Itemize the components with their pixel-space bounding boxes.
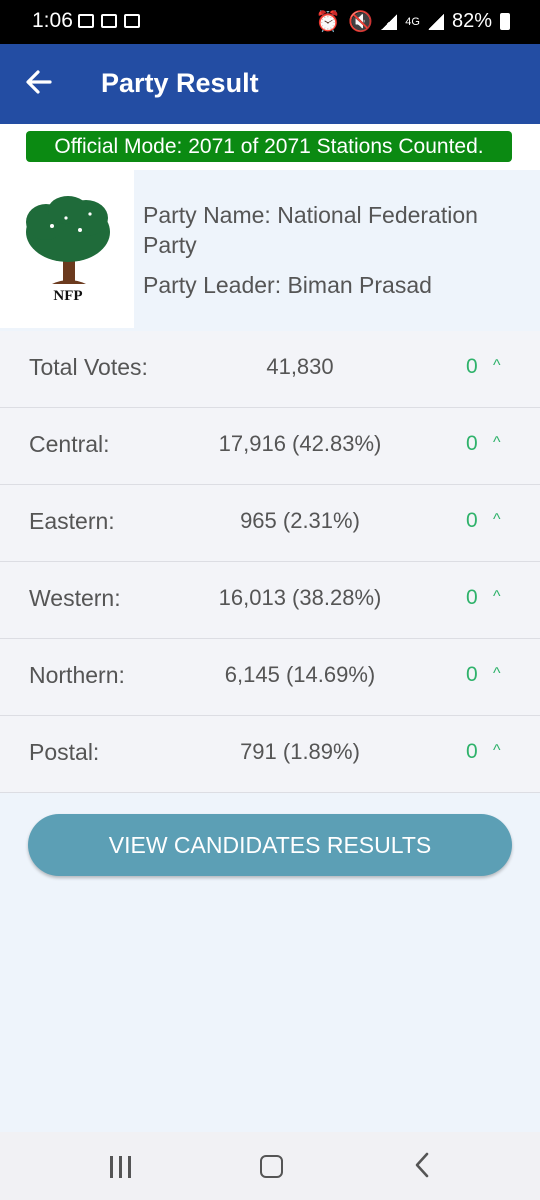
row-value: 791 (1.89%)	[240, 739, 360, 764]
row-value: 17,916 (42.83%)	[218, 431, 382, 456]
status-bar: 1:06 ⏰ 🔇 4G 82%	[0, 0, 540, 44]
party-leader: Party Leader: Biman Prasad	[143, 272, 432, 298]
row-label: Western:	[29, 585, 121, 611]
back-button[interactable]	[24, 62, 54, 102]
battery-icon	[500, 13, 510, 30]
row-value: 965 (2.31%)	[240, 508, 360, 533]
caret-up-icon: ^	[493, 434, 501, 451]
caret-up-icon: ^	[493, 588, 501, 605]
notification-icons	[78, 14, 140, 28]
banner-container: Official Mode: 2071 of 2071 Stations Cou…	[0, 124, 540, 170]
app-bar: Party Result	[0, 44, 540, 124]
view-candidates-results-button[interactable]: VIEW CANDIDATES RESULTS	[28, 814, 512, 876]
svg-text:NFP: NFP	[53, 288, 82, 304]
row-label: Central:	[29, 431, 110, 457]
battery-percent: 82%	[451, 10, 492, 32]
caret-up-icon: ^	[493, 665, 501, 682]
voicemail-icon	[101, 14, 117, 28]
caret-up-icon: ^	[493, 742, 501, 759]
row-label: Northern:	[29, 662, 125, 688]
system-nav-bar	[0, 1132, 540, 1200]
page-title: Party Result	[101, 68, 259, 98]
row-value: 41,830	[266, 354, 334, 379]
caret-up-icon: ^	[493, 511, 501, 528]
results-list: Total Votes: 41,830 0 ^ Central: 17,916 …	[0, 331, 540, 793]
party-info: Party Name: National Federation Party Pa…	[143, 200, 523, 300]
mute-icon: 🔇	[348, 11, 374, 33]
party-logo: NFP	[0, 170, 134, 328]
row-change: 0	[466, 432, 478, 455]
result-row-central: Central: 17,916 (42.83%) 0 ^	[0, 408, 540, 485]
cell-signal-icon	[427, 13, 444, 30]
recent-apps-button[interactable]	[110, 1156, 132, 1178]
row-label: Total Votes:	[29, 354, 148, 380]
result-row-eastern: Eastern: 965 (2.31%) 0 ^	[0, 485, 540, 562]
result-row-northern: Northern: 6,145 (14.69%) 0 ^	[0, 639, 540, 716]
status-time: 1:06	[32, 9, 73, 32]
alarm-icon: ⏰	[315, 11, 341, 33]
count-status-banner: Official Mode: 2071 of 2071 Stations Cou…	[26, 131, 512, 162]
row-label: Postal:	[29, 739, 100, 765]
row-change: 0	[466, 355, 478, 378]
back-arrow-icon	[26, 70, 52, 94]
network-type: 4G	[405, 15, 420, 28]
home-button[interactable]	[260, 1155, 283, 1178]
row-change: 0	[466, 509, 478, 532]
app-notification-icon	[124, 14, 140, 28]
system-icons: ⏰ 🔇 4G 82%	[315, 9, 510, 34]
row-change: 0	[466, 586, 478, 609]
caret-up-icon: ^	[493, 357, 501, 374]
party-name: Party Name: National Federation Party	[143, 202, 478, 258]
row-label: Eastern:	[29, 508, 115, 534]
tree-logo-icon: NFP	[26, 196, 110, 304]
result-row-western: Western: 16,013 (38.28%) 0 ^	[0, 562, 540, 639]
row-value: 16,013 (38.28%)	[218, 585, 382, 610]
chevron-left-icon	[415, 1152, 429, 1178]
result-row-postal: Postal: 791 (1.89%) 0 ^	[0, 716, 540, 793]
party-section: NFP Party Name: National Federation Part…	[0, 170, 540, 330]
wifi-signal-icon	[381, 13, 398, 30]
recent-apps-icon	[110, 1156, 113, 1178]
row-change: 0	[466, 663, 478, 686]
row-value: 6,145 (14.69%)	[224, 662, 376, 687]
system-back-button[interactable]	[414, 1151, 430, 1186]
gallery-icon	[78, 14, 94, 28]
result-row-total: Total Votes: 41,830 0 ^	[0, 331, 540, 408]
row-change: 0	[466, 740, 478, 763]
